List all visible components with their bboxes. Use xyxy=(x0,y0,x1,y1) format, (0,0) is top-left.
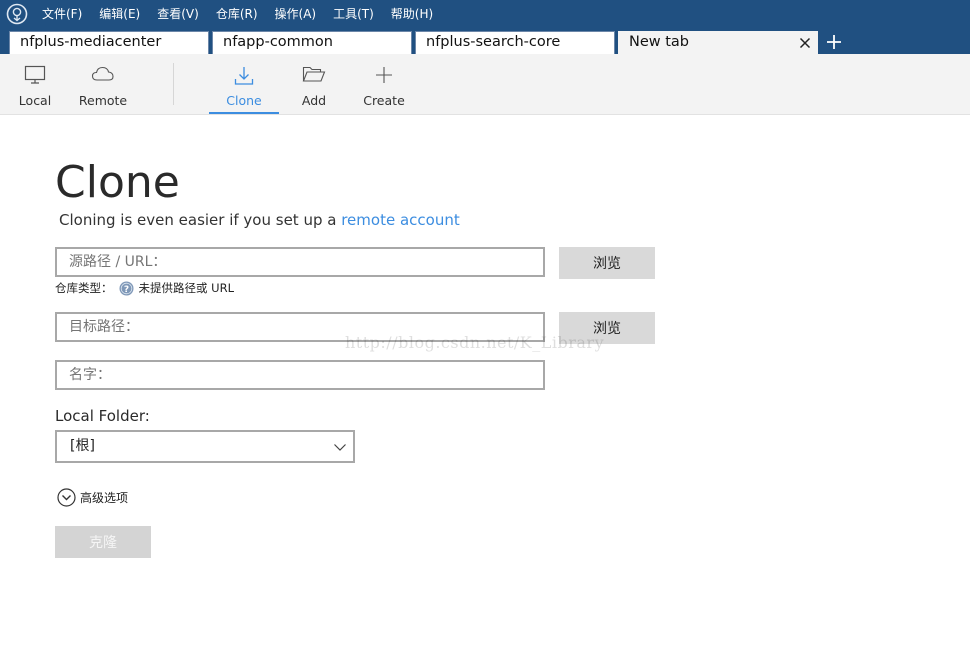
remote-button[interactable]: Remote xyxy=(68,54,138,114)
repo-type-value: 未提供路径或 URL xyxy=(138,281,234,295)
tab-label: nfplus-search-core xyxy=(426,34,561,50)
page-title: Clone xyxy=(55,157,180,208)
clone-button[interactable]: 克隆 xyxy=(55,526,151,558)
menu-tools[interactable]: 工具(T) xyxy=(323,0,381,28)
name-input[interactable] xyxy=(55,360,545,390)
create-label: Create xyxy=(363,93,405,108)
add-tab-icon[interactable] xyxy=(824,32,844,52)
menu-file[interactable]: 文件(F) xyxy=(32,0,89,28)
chevron-down-icon xyxy=(334,444,346,451)
advanced-options-toggle[interactable]: 高级选项 xyxy=(57,488,128,507)
menu-edit[interactable]: 编辑(E) xyxy=(89,0,147,28)
menu-view[interactable]: 查看(V) xyxy=(147,0,206,28)
title-bar: 文件(F) 编辑(E) 查看(V) 仓库(R) 操作(A) 工具(T) 帮助(H… xyxy=(0,0,970,54)
svg-text:?: ? xyxy=(123,284,128,294)
add-label: Add xyxy=(301,93,327,108)
menu-bar: 文件(F) 编辑(E) 查看(V) 仓库(R) 操作(A) 工具(T) 帮助(H… xyxy=(32,0,440,28)
remote-label: Remote xyxy=(78,93,128,108)
clone-tab-button[interactable]: Clone xyxy=(209,54,279,114)
tab-label: New tab xyxy=(629,34,690,50)
source-url-input[interactable] xyxy=(55,247,545,277)
tab-label: nfapp-common xyxy=(223,34,333,50)
subtitle: Cloning is even easier if you set up a r… xyxy=(59,211,460,229)
folder-open-icon xyxy=(302,66,326,82)
local-folder-select[interactable]: [根] xyxy=(55,430,355,463)
add-button[interactable]: Add xyxy=(279,54,349,114)
close-icon[interactable] xyxy=(797,35,813,51)
local-folder-value: [根] xyxy=(70,438,95,454)
browse-source-button[interactable]: 浏览 xyxy=(559,247,655,279)
remote-account-link[interactable]: remote account xyxy=(341,211,460,229)
sourcetree-logo-icon xyxy=(6,3,28,25)
download-icon xyxy=(234,67,254,85)
menu-help[interactable]: 帮助(H) xyxy=(381,0,440,28)
tab-nfapp-common[interactable]: nfapp-common xyxy=(212,31,412,54)
create-button[interactable]: Create xyxy=(349,54,419,114)
local-folder-label: Local Folder: xyxy=(55,407,150,425)
toolbar: Local Remote Clone Add Create xyxy=(0,54,970,115)
clone-label: Clone xyxy=(226,93,262,108)
repo-type-label: 仓库类型： xyxy=(55,281,113,295)
watermark: http://blog.csdn.net/K_Library xyxy=(345,333,605,352)
menu-actions[interactable]: 操作(A) xyxy=(265,0,324,28)
tab-new-tab[interactable]: New tab xyxy=(618,31,818,54)
tab-nfplus-mediacenter[interactable]: nfplus-mediacenter xyxy=(9,31,209,54)
advanced-options-label: 高级选项 xyxy=(80,491,129,505)
expand-circle-icon xyxy=(57,488,76,507)
plus-icon xyxy=(376,67,392,83)
menu-repository[interactable]: 仓库(R) xyxy=(206,0,265,28)
subtitle-text: Cloning is even easier if you set up a xyxy=(59,211,342,229)
local-label: Local xyxy=(18,93,52,108)
repo-type-row: 仓库类型： ? 未提供路径或 URL xyxy=(55,280,234,296)
toolbar-divider xyxy=(173,63,174,105)
question-icon: ? xyxy=(119,281,133,295)
tab-label: nfplus-mediacenter xyxy=(20,34,162,50)
tab-nfplus-search-core[interactable]: nfplus-search-core xyxy=(415,31,615,54)
monitor-icon xyxy=(24,65,46,84)
local-button[interactable]: Local xyxy=(0,54,70,114)
cloud-icon xyxy=(91,66,114,81)
